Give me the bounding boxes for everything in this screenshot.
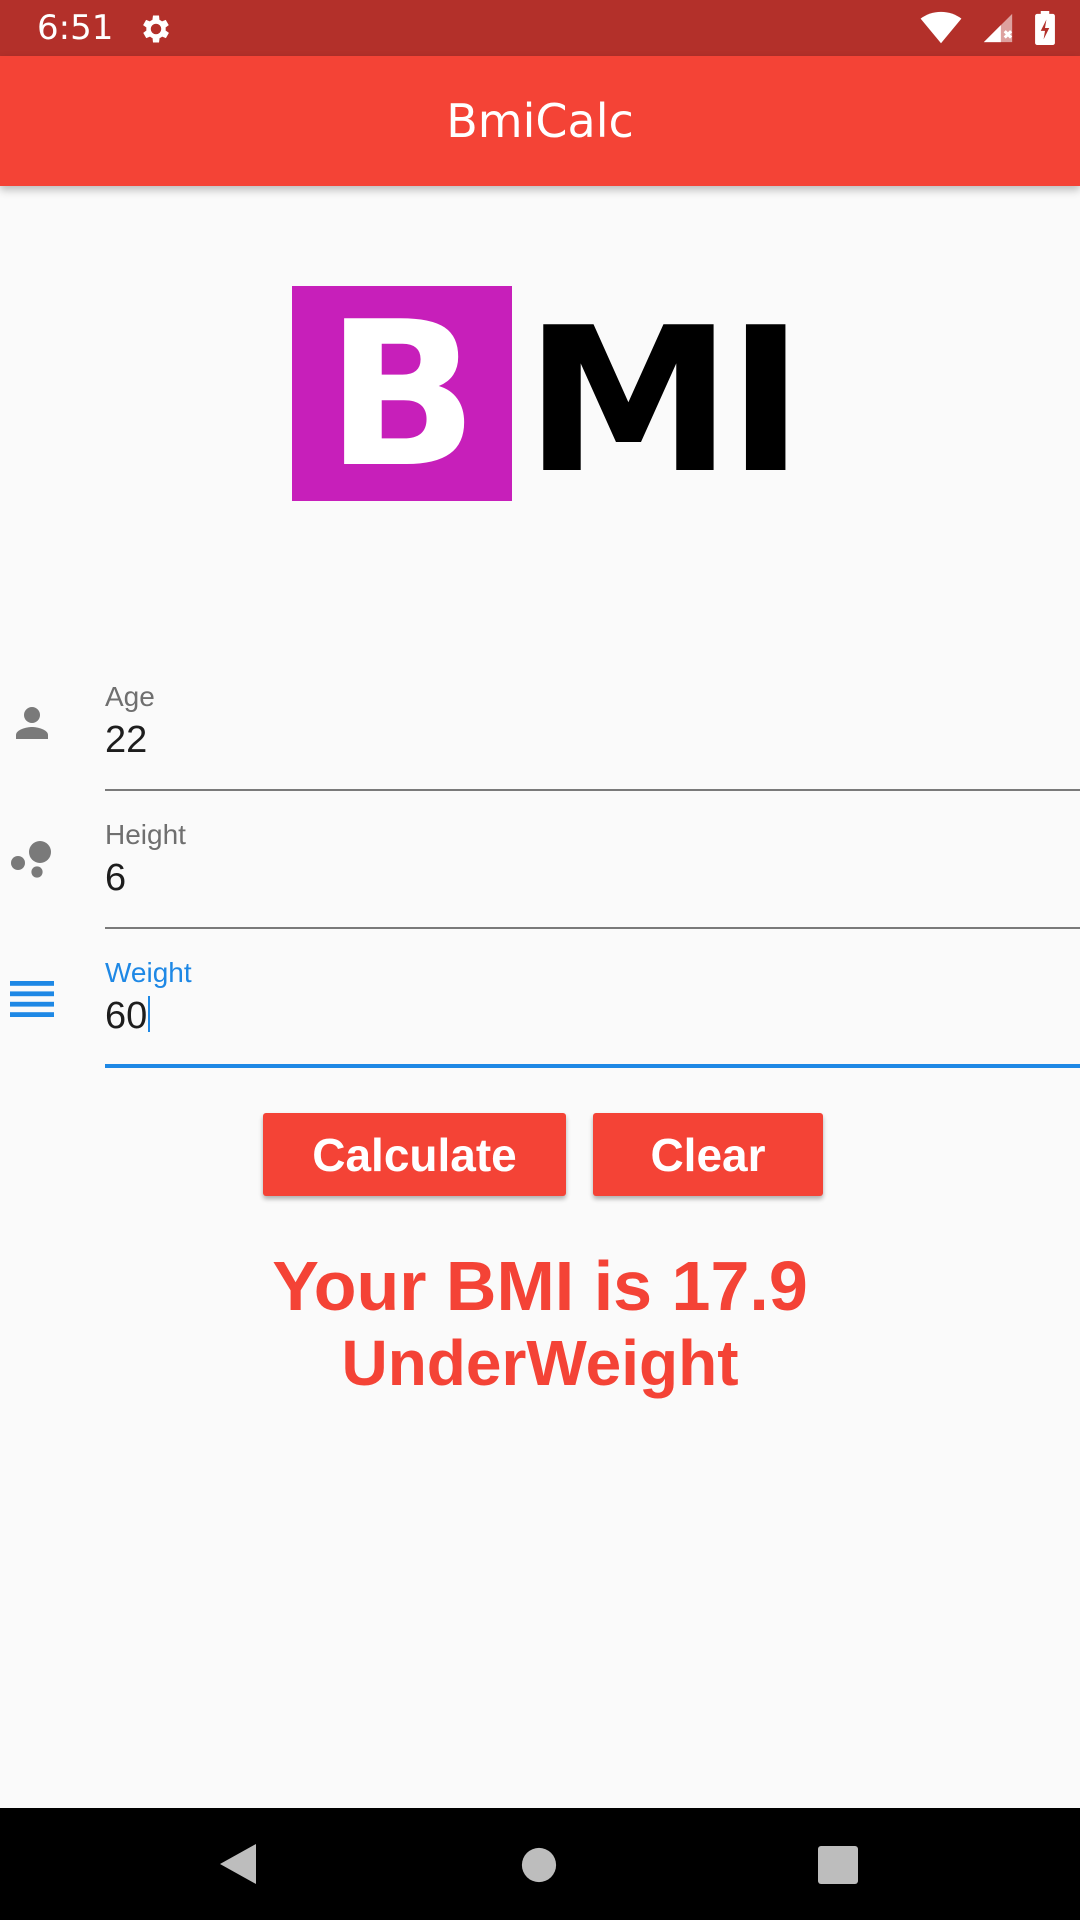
text-caret <box>148 996 151 1032</box>
signal-icon <box>983 13 1013 43</box>
app-title: BmiCalc <box>446 94 634 148</box>
height-input[interactable]: 6 <box>105 857 126 900</box>
weight-input[interactable]: 60 <box>105 995 151 1038</box>
person-icon <box>16 707 48 739</box>
age-underline <box>105 789 1080 791</box>
bubbles-icon <box>11 841 51 878</box>
status-bar: 6:51 <box>0 0 1080 56</box>
back-icon[interactable] <box>218 1842 258 1886</box>
clear-button[interactable]: Clear <box>593 1113 823 1196</box>
weight-field[interactable]: Weight 60 <box>0 931 1080 1069</box>
weight-value: 60 <box>105 995 148 1037</box>
logo-letter-b: B <box>325 279 479 512</box>
navigation-bar <box>0 1808 1080 1920</box>
age-input[interactable]: 22 <box>105 719 147 762</box>
home-icon[interactable] <box>520 1846 558 1884</box>
weight-label: Weight <box>105 957 192 988</box>
gear-icon <box>143 15 169 43</box>
bmi-category-text: UnderWeight <box>341 1327 739 1399</box>
lines-icon <box>10 981 54 1017</box>
height-label: Height <box>105 819 186 850</box>
recents-icon[interactable] <box>818 1846 858 1884</box>
app-bar: BmiCalc <box>0 56 1080 186</box>
calculate-button[interactable]: Calculate <box>263 1113 566 1196</box>
logo-letters-mi: MI <box>524 285 805 518</box>
battery-icon <box>1035 11 1055 45</box>
status-time: 6:51 <box>37 8 114 48</box>
age-field[interactable]: Age 22 <box>0 655 1080 793</box>
height-underline <box>105 927 1080 929</box>
wifi-icon <box>920 11 962 44</box>
status-icons <box>920 10 1056 46</box>
weight-underline <box>105 1064 1080 1068</box>
height-field[interactable]: Height 6 <box>0 793 1080 931</box>
bmi-logo: B MI <box>292 286 805 502</box>
logo-b-box: B <box>292 286 512 501</box>
age-label: Age <box>105 681 155 712</box>
bmi-result-text: Your BMI is 17.9 <box>272 1247 808 1325</box>
